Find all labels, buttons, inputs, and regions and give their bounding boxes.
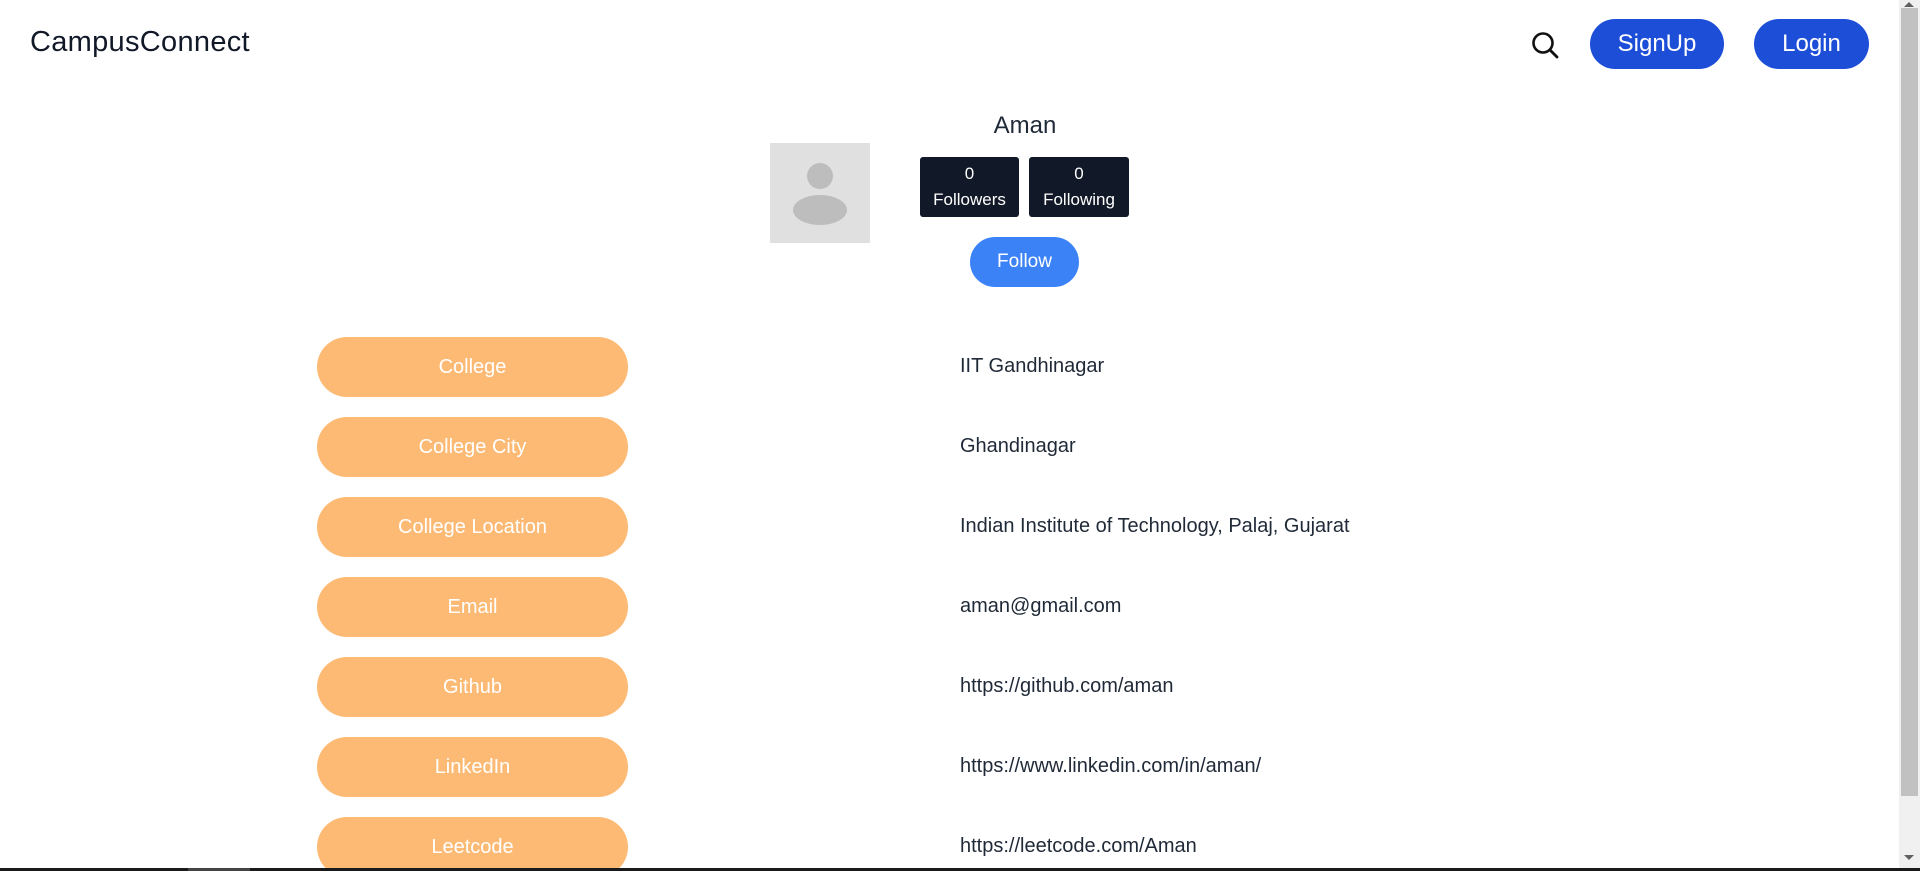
detail-row-linkedin: LinkedIn https://www.linkedin.com/in/ama… xyxy=(0,737,1899,797)
detail-label: LinkedIn xyxy=(317,737,628,797)
following-count: 0 xyxy=(1074,164,1084,183)
detail-value: Ghandinagar xyxy=(960,435,1076,457)
login-button[interactable]: Login xyxy=(1754,19,1869,69)
profile-page: CampusConnect SignUp Login Aman 0 Follow… xyxy=(0,0,1899,868)
detail-value: Indian Institute of Technology, Palaj, G… xyxy=(960,515,1350,537)
detail-row-leetcode: Leetcode https://leetcode.com/Aman xyxy=(0,817,1899,868)
user-placeholder-body xyxy=(793,195,847,225)
detail-label: Leetcode xyxy=(317,817,628,868)
followers-stat[interactable]: 0 Followers xyxy=(920,157,1019,217)
profile-name: Aman xyxy=(993,112,1057,139)
user-placeholder-icon xyxy=(807,163,833,189)
detail-label: Email xyxy=(317,577,628,637)
detail-row-college-city: College City Ghandinagar xyxy=(0,417,1899,477)
detail-label: College Location xyxy=(317,497,628,557)
scroll-thumb[interactable] xyxy=(1901,8,1918,796)
search-icon[interactable] xyxy=(1530,30,1560,60)
detail-row-college: College IIT Gandhinagar xyxy=(0,337,1899,397)
follow-button[interactable]: Follow xyxy=(970,237,1079,287)
followers-label: Followers xyxy=(933,190,1006,209)
detail-value: IIT Gandhinagar xyxy=(960,355,1105,377)
following-label: Following xyxy=(1043,190,1115,209)
following-stat[interactable]: 0 Following xyxy=(1029,157,1129,217)
avatar xyxy=(770,143,870,243)
detail-label: College City xyxy=(317,417,628,477)
detail-value[interactable]: https://github.com/aman xyxy=(960,675,1173,698)
detail-row-github: Github https://github.com/aman xyxy=(0,657,1899,717)
vertical-scrollbar[interactable] xyxy=(1899,0,1920,868)
detail-value: aman@gmail.com xyxy=(960,595,1122,617)
scroll-up-arrow-icon[interactable] xyxy=(1904,2,1914,7)
brand-logo[interactable]: CampusConnect xyxy=(30,26,250,59)
scroll-down-arrow-icon[interactable] xyxy=(1904,855,1914,860)
detail-row-email: Email aman@gmail.com xyxy=(0,577,1899,637)
detail-row-college-location: College Location Indian Institute of Tec… xyxy=(0,497,1899,557)
detail-label: Github xyxy=(317,657,628,717)
signup-button[interactable]: SignUp xyxy=(1590,19,1724,69)
detail-value[interactable]: https://leetcode.com/Aman xyxy=(960,835,1197,858)
detail-label: College xyxy=(317,337,628,397)
detail-value[interactable]: https://www.linkedin.com/in/aman/ xyxy=(960,755,1261,778)
followers-count: 0 xyxy=(964,164,975,183)
